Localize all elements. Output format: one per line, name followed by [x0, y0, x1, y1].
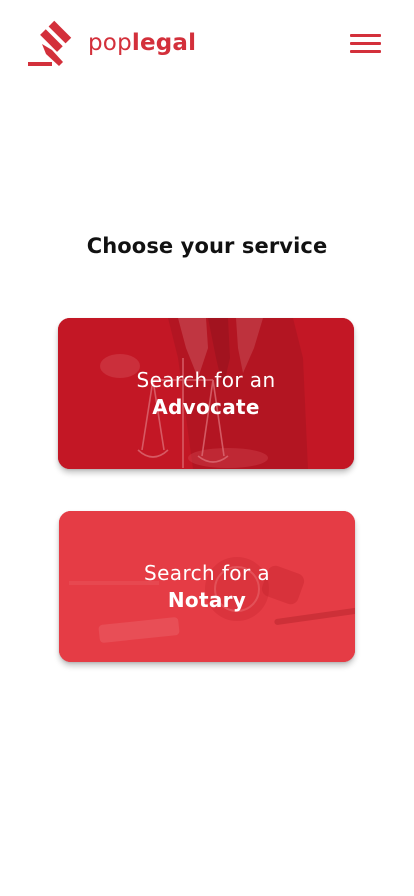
notary-card-label: Search for a Notary: [59, 511, 355, 662]
advocate-card-line1: Search for an: [136, 367, 276, 392]
notary-card-line2: Notary: [167, 587, 247, 612]
notary-card-line1: Search for a: [144, 560, 270, 585]
page-title: Choose your service: [86, 234, 328, 258]
advocate-service-card[interactable]: Search for an Advocate: [58, 318, 354, 469]
advocate-card-line2: Advocate: [152, 394, 260, 419]
menu-bar: [350, 42, 381, 45]
logo[interactable]: poplegal: [28, 20, 196, 66]
menu-bar: [350, 34, 381, 37]
brand-name: poplegal: [88, 29, 197, 56]
hamburger-menu-icon[interactable]: [350, 34, 382, 56]
menu-bar: [350, 50, 381, 53]
advocate-card-label: Search for an Advocate: [58, 318, 354, 469]
brand-name-bold: legal: [131, 29, 197, 56]
brand-name-light: pop: [88, 29, 132, 56]
page: poplegal Choose your service Search for …: [0, 0, 414, 896]
notary-service-card[interactable]: Search for a Notary: [59, 511, 355, 662]
gavel-logo-icon: [28, 20, 72, 66]
header: poplegal: [0, 0, 414, 90]
